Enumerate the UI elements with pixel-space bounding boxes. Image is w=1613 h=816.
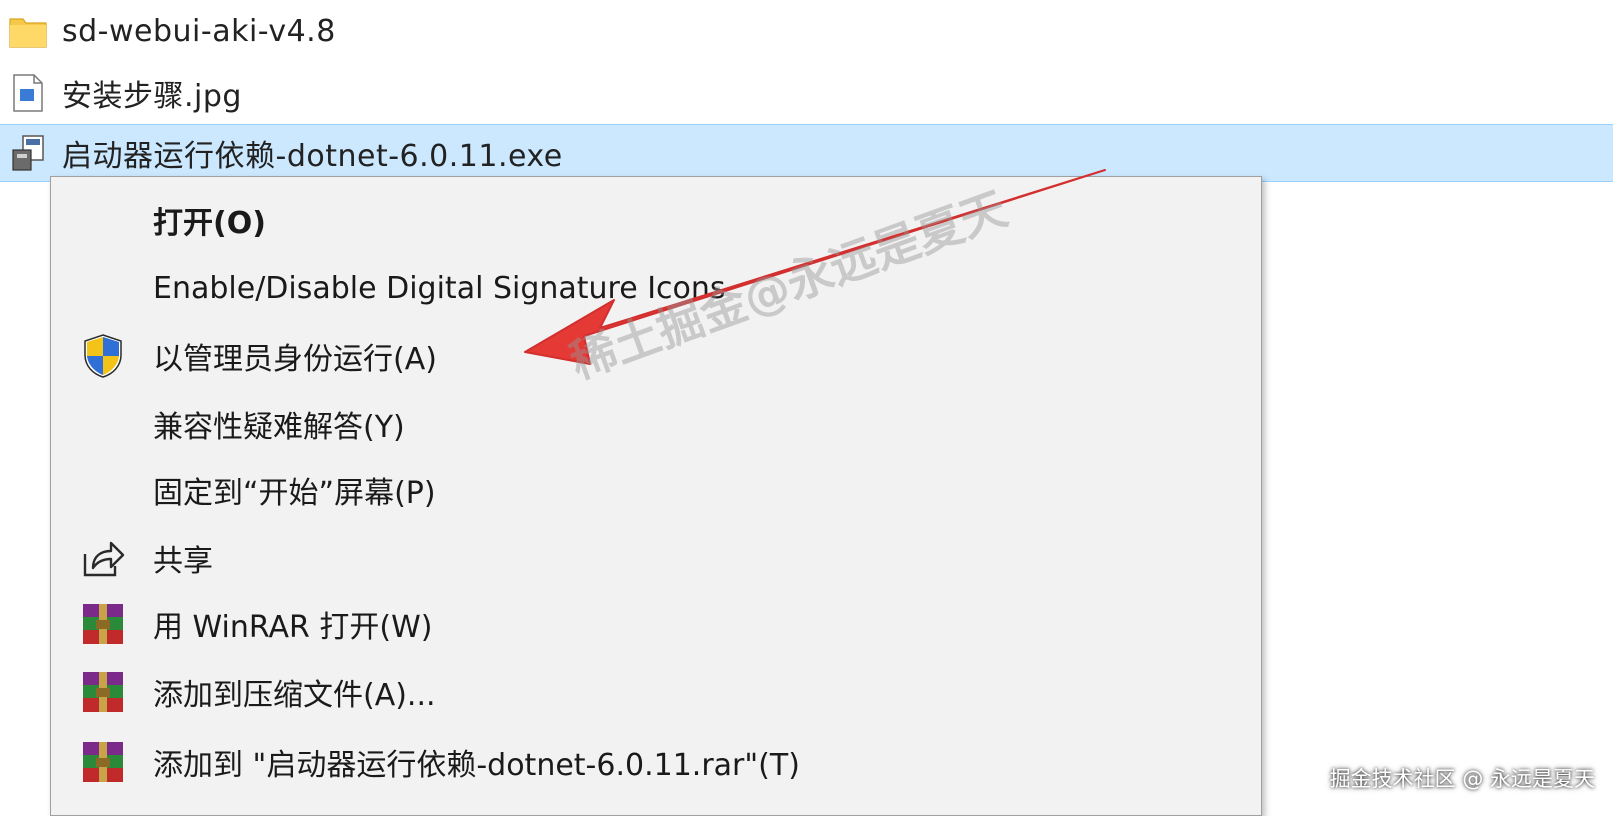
menu-item-compatibility-troubleshoot[interactable]: 兼容性疑难解答(Y) — [51, 391, 1261, 457]
uac-shield-icon — [79, 332, 127, 380]
file-name: sd-webui-aki-v4.8 — [62, 13, 336, 49]
menu-item-add-to-archive[interactable]: 添加到压缩文件(A)... — [51, 659, 1261, 725]
menu-item-label: 共享 — [153, 544, 213, 579]
file-name: 安装步骤.jpg — [62, 79, 242, 114]
winrar-icon — [79, 668, 127, 716]
file-row-folder[interactable]: sd-webui-aki-v4.8 — [0, 2, 1613, 60]
installer-exe-icon — [6, 131, 50, 175]
menu-item-label: 添加到压缩文件(A)... — [153, 678, 436, 713]
menu-item-pin-to-start[interactable]: 固定到“开始”屏幕(P) — [51, 457, 1261, 523]
menu-item-share[interactable]: 共享 — [51, 525, 1261, 591]
menu-item-label: 打开(O) — [153, 206, 266, 241]
menu-item-open-with-winrar[interactable]: 用 WinRAR 打开(W) — [51, 591, 1261, 657]
menu-item-label: 用 WinRAR 打开(W) — [153, 610, 433, 645]
file-name: 启动器运行依赖-dotnet-6.0.11.exe — [62, 139, 563, 174]
menu-item-label: 兼容性疑难解答(Y) — [153, 410, 405, 445]
share-icon — [79, 534, 127, 582]
context-menu: 打开(O) Enable/Disable Digital Signature I… — [50, 176, 1262, 816]
menu-item-add-to-rar[interactable]: 添加到 "启动器运行依赖-dotnet-6.0.11.rar"(T) — [51, 729, 1261, 795]
winrar-icon — [79, 738, 127, 786]
file-row-exe-selected[interactable]: 启动器运行依赖-dotnet-6.0.11.exe — [0, 124, 1613, 182]
winrar-icon — [79, 600, 127, 648]
menu-item-label: 以管理员身份运行(A) — [153, 342, 437, 377]
menu-item-open[interactable]: 打开(O) — [51, 187, 1261, 253]
footer-credit: 掘金技术社区 @ 永远是夏天 — [1329, 767, 1595, 791]
image-file-icon — [6, 71, 50, 115]
file-row-jpg[interactable]: 安装步骤.jpg — [0, 64, 1613, 122]
menu-item-label: 添加到 "启动器运行依赖-dotnet-6.0.11.rar"(T) — [153, 748, 800, 783]
menu-item-label: 固定到“开始”屏幕(P) — [153, 476, 436, 511]
folder-icon — [6, 9, 50, 53]
